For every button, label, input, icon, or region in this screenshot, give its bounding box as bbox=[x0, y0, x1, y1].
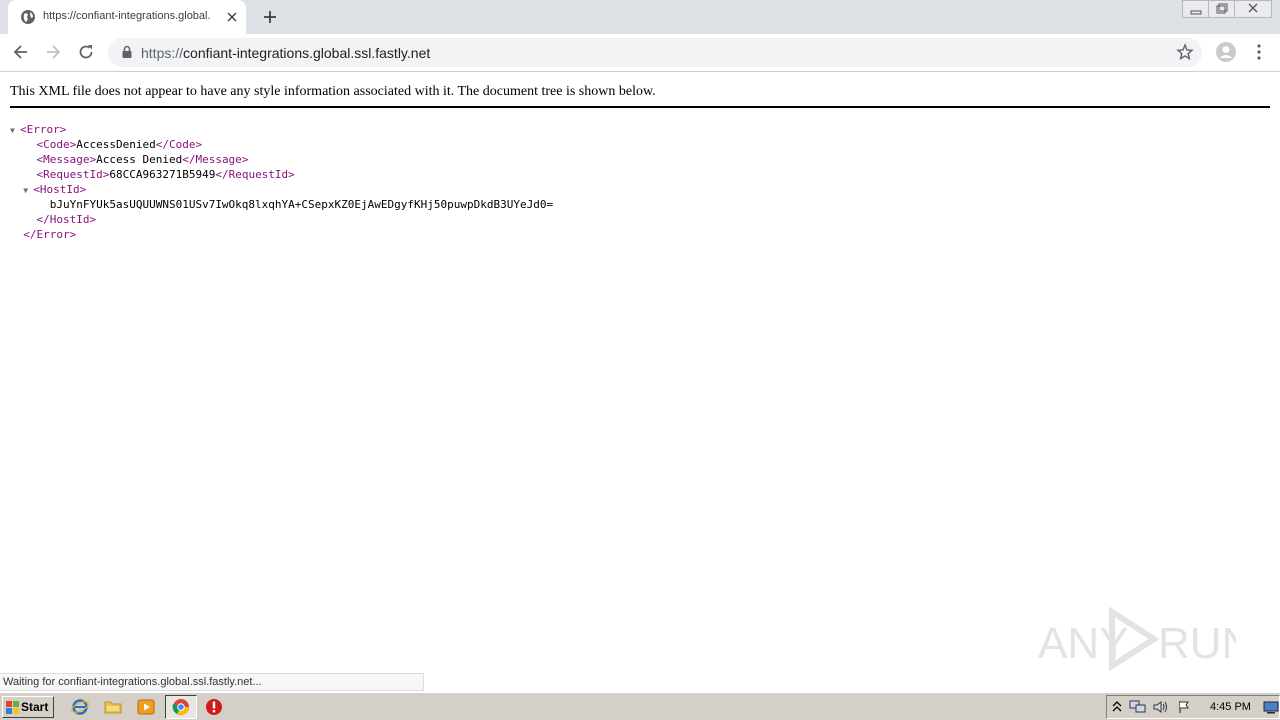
taskbar: Start 4:45 PM bbox=[0, 692, 1280, 720]
browser-tab[interactable]: https://confiant-integrations.global. bbox=[8, 0, 246, 34]
volume-icon[interactable] bbox=[1152, 700, 1170, 714]
browser-toolbar: https://confiant-integrations.global.ssl… bbox=[0, 34, 1280, 72]
lock-icon[interactable] bbox=[120, 45, 134, 59]
menu-dots-icon[interactable] bbox=[1249, 42, 1269, 62]
chrome-taskbar-button[interactable] bbox=[165, 695, 197, 719]
action-center-flag-icon[interactable] bbox=[1177, 700, 1191, 714]
back-arrow-icon[interactable] bbox=[11, 42, 31, 62]
message-line: <Message>Access Denied</Message> bbox=[10, 152, 553, 167]
chrome-icon bbox=[172, 699, 189, 715]
watermark-text-right: RUN bbox=[1158, 619, 1236, 668]
warning-stop-icon[interactable] bbox=[205, 698, 223, 716]
show-desktop-icon[interactable] bbox=[1263, 700, 1279, 714]
requestid-line: <RequestId>68CCA963271B5949</RequestId> bbox=[10, 167, 553, 182]
globe-icon bbox=[21, 10, 35, 24]
internet-explorer-icon[interactable] bbox=[71, 698, 89, 716]
folder-icon[interactable] bbox=[104, 698, 122, 716]
minimize-button[interactable] bbox=[1182, 0, 1209, 18]
error-open-tag: <Error> bbox=[20, 123, 67, 136]
message-close-tag: </Message> bbox=[182, 153, 249, 166]
tab-title: https://confiant-integrations.global. bbox=[43, 10, 211, 22]
bookmark-star-icon[interactable] bbox=[1176, 43, 1194, 61]
show-hidden-icons-arrow-icon[interactable] bbox=[1110, 700, 1124, 714]
hostid-close-line: </HostId> bbox=[10, 212, 553, 227]
collapse-triangle-icon[interactable]: ▼ bbox=[23, 183, 33, 198]
windows-logo-icon bbox=[6, 701, 19, 714]
minimize-icon bbox=[1190, 10, 1202, 15]
url-host: confiant-integrations.global.ssl.fastly.… bbox=[183, 45, 431, 61]
new-tab-icon[interactable] bbox=[260, 7, 280, 27]
requestid-close-tag: </RequestId> bbox=[215, 168, 295, 181]
tab-strip: https://confiant-integrations.global. bbox=[0, 0, 1280, 34]
profile-avatar-icon[interactable] bbox=[1215, 41, 1237, 63]
start-button[interactable]: Start bbox=[2, 696, 54, 718]
xml-tree: ▼ <Error> <Code>AccessDenied</Code> <Mess… bbox=[10, 122, 553, 242]
media-player-icon[interactable] bbox=[137, 698, 155, 716]
network-icon[interactable] bbox=[1129, 700, 1147, 714]
error-close-line: </Error> bbox=[10, 227, 553, 242]
message-open-tag: <Message> bbox=[36, 153, 97, 166]
status-bubble: Waiting for confiant-integrations.global… bbox=[0, 673, 424, 691]
xml-info-message: This XML file does not appear to have an… bbox=[10, 84, 1270, 108]
url-scheme: https:// bbox=[141, 45, 184, 61]
hostid-open-tag: <HostId> bbox=[33, 183, 87, 196]
code-line: <Code>AccessDenied</Code> bbox=[10, 137, 553, 152]
system-tray: 4:45 PM bbox=[1106, 695, 1280, 719]
restore-icon bbox=[1216, 3, 1228, 14]
message-value: Access Denied bbox=[96, 153, 183, 166]
error-close-tag: </Error> bbox=[23, 228, 77, 241]
anyrun-watermark-logo: ANY RUN bbox=[1038, 606, 1236, 672]
code-close-tag: </Code> bbox=[155, 138, 203, 151]
hostid-open-line: ▼ <HostId> bbox=[10, 182, 553, 197]
hostid-value: bJuYnFYUk5asUQUUWNS01USv7IwOkq8lxqhYA+CS… bbox=[49, 198, 554, 211]
restore-button[interactable] bbox=[1208, 0, 1235, 18]
hostid-close-tag: </HostId> bbox=[36, 213, 97, 226]
address-bar[interactable]: https://confiant-integrations.global.ssl… bbox=[108, 38, 1202, 67]
page-content: This XML file does not appear to have an… bbox=[0, 72, 1280, 692]
window-close-button[interactable] bbox=[1234, 0, 1272, 18]
window-close-icon bbox=[1248, 3, 1258, 13]
code-open-tag: <Code> bbox=[36, 138, 77, 151]
reload-icon[interactable] bbox=[76, 42, 96, 62]
error-open-line: ▼ <Error> bbox=[10, 122, 553, 137]
forward-arrow-icon[interactable] bbox=[43, 42, 63, 62]
hostid-value-line: bJuYnFYUk5asUQUUWNS01USv7IwOkq8lxqhYA+CS… bbox=[10, 197, 553, 212]
requestid-open-tag: <RequestId> bbox=[36, 168, 110, 181]
url-text: https://confiant-integrations.global.ssl… bbox=[141, 45, 430, 61]
collapse-triangle-icon[interactable]: ▼ bbox=[10, 123, 20, 138]
close-icon[interactable] bbox=[224, 9, 240, 25]
start-label: Start bbox=[21, 700, 49, 714]
taskbar-clock[interactable]: 4:45 PM bbox=[1210, 701, 1251, 713]
code-value: AccessDenied bbox=[76, 138, 156, 151]
requestid-value: 68CCA963271B5949 bbox=[109, 168, 216, 181]
